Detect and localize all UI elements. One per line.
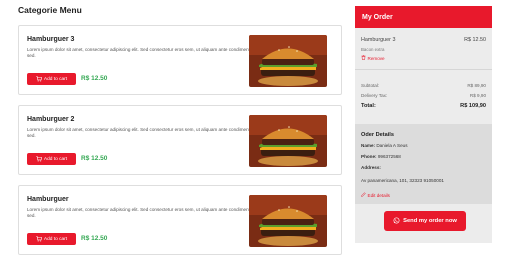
order-item-price: R$ 12.50 bbox=[464, 37, 486, 43]
edit-details-button[interactable]: Edit details bbox=[361, 192, 390, 198]
total-label: Total: bbox=[361, 103, 376, 109]
menu-card: Hamburguer 3 Lorem ipsum dolor sit amet,… bbox=[18, 25, 342, 95]
cart-icon bbox=[36, 156, 42, 162]
menu-item-description: Lorem ipsum dolor sit amet, consectetur … bbox=[27, 47, 257, 58]
menu-list: Hamburguer 3 Lorem ipsum dolor sit amet,… bbox=[18, 25, 342, 265]
order-item-note: Bacon extra bbox=[361, 47, 385, 52]
divider bbox=[355, 69, 492, 70]
burger-image bbox=[249, 35, 327, 87]
order-header: My Order bbox=[355, 6, 492, 28]
pencil-icon bbox=[361, 192, 366, 198]
customer-name: Name: Daniela A Seus bbox=[361, 143, 408, 148]
add-to-cart-label: Add to cart bbox=[43, 236, 68, 242]
subtotal-value: R$ 89,90 bbox=[467, 83, 486, 88]
add-to-cart-button[interactable]: Add to cart bbox=[27, 73, 76, 85]
customer-name-label: Name: bbox=[361, 143, 376, 148]
remove-label: Remove bbox=[367, 55, 385, 61]
edit-details-label: Edit details bbox=[367, 192, 390, 198]
customer-address-value: Av panamericana, 101, 32323 91050001 bbox=[361, 178, 444, 183]
order-details-title: Oder Details bbox=[361, 132, 394, 138]
customer-name-value: Daniela A Seus bbox=[376, 143, 408, 148]
menu-card: Hamburguer Lorem ipsum dolor sit amet, c… bbox=[18, 185, 342, 255]
customer-phone-value: 996372568 bbox=[377, 154, 401, 159]
menu-item-description: Lorem ipsum dolor sit amet, consectetur … bbox=[27, 127, 257, 138]
whatsapp-icon bbox=[393, 217, 400, 226]
send-order-label: Send my order now bbox=[403, 218, 457, 224]
menu-item-description: Lorem ipsum dolor sit amet, consectetur … bbox=[27, 207, 257, 218]
remove-item-button[interactable]: Remove bbox=[361, 55, 385, 61]
menu-item-name: Hamburguer 3 bbox=[27, 36, 75, 43]
order-panel: My Order Hamburguer 3 R$ 12.50 Bacon ext… bbox=[355, 6, 492, 243]
menu-item-price: R$ 12.50 bbox=[81, 75, 108, 82]
add-to-cart-button[interactable]: Add to cart bbox=[27, 233, 76, 245]
menu-item-name: Hamburguer 2 bbox=[27, 116, 75, 123]
customer-address-label: Address: bbox=[361, 165, 381, 170]
delivery-tax-label: Delivery Tax: bbox=[361, 93, 388, 98]
total-value: R$ 109,90 bbox=[460, 103, 486, 109]
send-order-button[interactable]: Send my order now bbox=[384, 211, 466, 231]
subtotal-label: Subtotal: bbox=[361, 83, 380, 88]
menu-item-name: Hamburguer bbox=[27, 196, 69, 203]
add-to-cart-label: Add to cart bbox=[43, 156, 68, 162]
burger-image bbox=[249, 115, 327, 167]
trash-icon bbox=[361, 55, 366, 61]
burger-image bbox=[249, 195, 327, 247]
cart-icon bbox=[36, 236, 42, 242]
add-to-cart-label: Add to cart bbox=[43, 76, 68, 82]
customer-phone: Phone: 996372568 bbox=[361, 154, 401, 159]
cart-icon bbox=[36, 76, 42, 82]
page-title: Categorie Menu bbox=[18, 5, 82, 15]
delivery-tax-value: R$ 9,90 bbox=[469, 93, 486, 98]
add-to-cart-button[interactable]: Add to cart bbox=[27, 153, 76, 165]
customer-phone-label: Phone: bbox=[361, 154, 377, 159]
menu-card: Hamburguer 2 Lorem ipsum dolor sit amet,… bbox=[18, 105, 342, 175]
menu-item-price: R$ 12.50 bbox=[81, 155, 108, 162]
order-details: Oder Details Name: Daniela A Seus Phone:… bbox=[355, 124, 492, 204]
menu-item-price: R$ 12.50 bbox=[81, 235, 108, 242]
order-item-name: Hamburguer 3 bbox=[361, 37, 396, 43]
